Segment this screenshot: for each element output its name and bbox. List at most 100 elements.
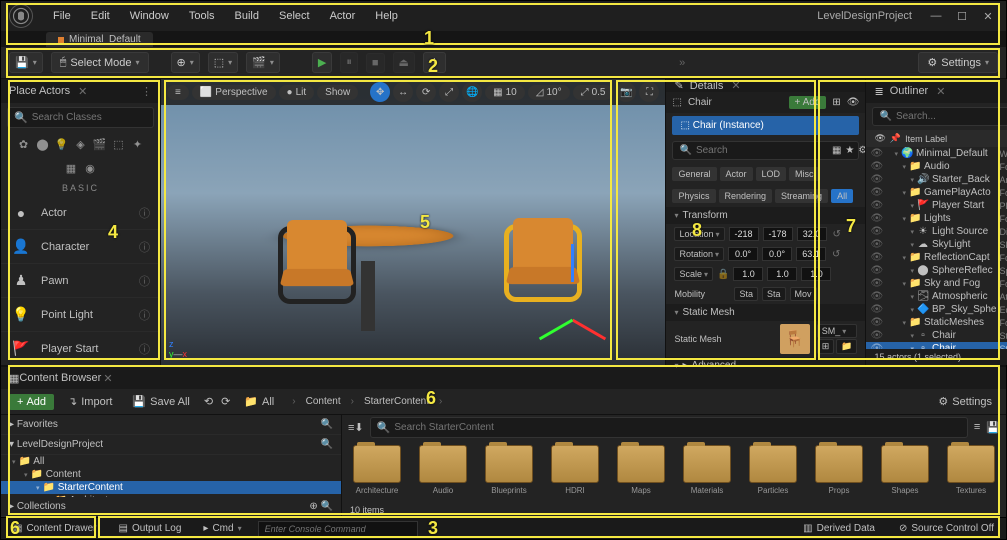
category-general[interactable]: General xyxy=(672,167,716,181)
show-button[interactable]: Show xyxy=(317,85,358,100)
mode-selector[interactable]: 🖱 Select Mode ▾ xyxy=(51,52,149,73)
actor-item-pawn[interactable]: ♟Pawnⓘ xyxy=(1,264,160,298)
favorites-section[interactable]: ▸ Favorites🔍 xyxy=(1,415,341,435)
breadcrumb-item[interactable]: Content xyxy=(302,396,345,407)
reset-icon[interactable]: ↺ xyxy=(832,249,840,260)
chair-mesh-selected[interactable] xyxy=(498,212,590,304)
lock-icon[interactable]: 👁 xyxy=(847,97,860,108)
outliner-item[interactable]: 👁▾📁GamePlayActoFolder xyxy=(866,186,1007,199)
grid-snap[interactable]: ▦ 10 xyxy=(485,85,525,100)
all-button[interactable]: 📁 All xyxy=(238,393,280,410)
document-tab[interactable]: Minimal_Default xyxy=(46,32,153,47)
viewport[interactable]: ≡ ⬜ Perspective ● Lit Show ✥ ↔ ⟳ ⤢ 🌐 ▦ 1… xyxy=(161,79,665,365)
outliner-item[interactable]: 👁▾☁SkyLightSkyLight xyxy=(866,238,1007,251)
close-icon[interactable]: ✕ xyxy=(78,85,87,98)
close-icon[interactable]: ✕ xyxy=(936,85,945,98)
output-log-button[interactable]: ▤ Output Log xyxy=(112,521,187,536)
filter-icon[interactable]: ≡⬇ xyxy=(348,421,364,434)
menu-help[interactable]: Help xyxy=(365,6,408,26)
add-content-button[interactable]: ⊕▾ xyxy=(171,52,200,73)
coord-toggle[interactable]: 🌐 xyxy=(462,82,482,102)
add-component-button[interactable]: + Add xyxy=(789,96,827,109)
category-lod[interactable]: LOD xyxy=(756,167,787,181)
actor-item-character[interactable]: 👤Characterⓘ xyxy=(1,230,160,264)
derived-data-button[interactable]: ▥ Derived Data xyxy=(797,521,881,536)
minimize-button[interactable]: — xyxy=(924,7,948,25)
outliner-item[interactable]: 👁▾▫ChairStaticMe xyxy=(866,329,1007,342)
outliner-tab[interactable]: ≣ Outliner ✕ xyxy=(866,79,1007,103)
angle-snap[interactable]: ◿ 10° xyxy=(528,85,570,100)
category-rendering[interactable]: Rendering xyxy=(719,189,773,203)
folder-props[interactable]: Props xyxy=(814,445,864,497)
viewport-scene[interactable]: zy—x xyxy=(161,105,665,365)
close-button[interactable]: ✕ xyxy=(976,7,1000,25)
outliner-item[interactable]: 👁▾📁AudioFolder xyxy=(866,160,1007,173)
details-search[interactable]: 🔍▦ ★ ⚙ xyxy=(672,141,859,160)
category-streaming[interactable]: Streaming xyxy=(775,189,828,203)
outliner-item[interactable]: 👁▾🌍Minimal_DefaultWorld xyxy=(866,147,1007,160)
content-search[interactable]: 🔍 xyxy=(370,417,968,438)
menu-edit[interactable]: Edit xyxy=(81,6,120,26)
cmd-button[interactable]: ▸ Cmd ▾ xyxy=(197,521,247,536)
play-button[interactable]: ▶ xyxy=(312,52,332,73)
settings-button[interactable]: ⚙ Settings ▾ xyxy=(918,52,998,73)
outliner-item[interactable]: 👁▾▫ChairStaticMe xyxy=(866,342,1007,349)
category-all[interactable]: All xyxy=(831,189,853,203)
folder-hdri[interactable]: HDRI xyxy=(550,445,600,497)
viewport-maximize[interactable]: ⛶ xyxy=(639,82,659,102)
add-button[interactable]: + Add xyxy=(9,394,54,410)
transform-section[interactable]: Transform xyxy=(666,207,865,224)
menu-file[interactable]: File xyxy=(43,6,81,26)
actor-item-point-light[interactable]: 💡Point Lightⓘ xyxy=(1,298,160,332)
viewport-options[interactable]: ≡ xyxy=(167,85,189,100)
rotate-tool[interactable]: ⟳ xyxy=(416,82,436,102)
info-icon[interactable]: ⓘ xyxy=(139,273,150,289)
place-actors-tab[interactable]: Place Actors ✕ ⋮ xyxy=(1,79,160,103)
lock-scale-icon[interactable]: 🔒 xyxy=(717,269,729,280)
scale-snap[interactable]: ⤢ 0.5 xyxy=(573,85,614,100)
scale-tool[interactable]: ⤢ xyxy=(439,82,459,102)
history-back-icon[interactable]: ⟲ xyxy=(204,395,213,408)
outliner-item[interactable]: 👁▾⬤SphereReflecSphereRe xyxy=(866,264,1007,277)
select-tool[interactable]: ✥ xyxy=(370,82,390,102)
project-section[interactable]: ▾ LevelDesignProject🔍 xyxy=(1,435,341,455)
source-control-button[interactable]: ⊘ Source Control Off xyxy=(893,521,1000,536)
category-physics[interactable]: Physics xyxy=(672,189,715,203)
pause-button[interactable]: ⏸ xyxy=(340,52,358,73)
place-actors-search[interactable]: 🔍 ⚙ xyxy=(7,107,154,128)
component-instance[interactable]: ⬚ Chair (Instance) xyxy=(672,116,859,135)
console-input[interactable] xyxy=(258,521,418,537)
folder-architecture[interactable]: Architecture xyxy=(352,445,402,497)
blueprint-icon[interactable]: ⊞ xyxy=(832,97,840,108)
folder-maps[interactable]: Maps xyxy=(616,445,666,497)
translate-tool[interactable]: ↔ xyxy=(393,82,413,102)
eject-button[interactable]: ⏏ xyxy=(393,52,415,73)
folder-audio[interactable]: Audio xyxy=(418,445,468,497)
outliner-item[interactable]: 👁▾📁StaticMeshesFolder xyxy=(866,316,1007,329)
camera-speed[interactable]: 📷 xyxy=(616,82,636,102)
platforms-button[interactable]: ⋮ xyxy=(423,52,446,73)
menu-build[interactable]: Build xyxy=(225,6,269,26)
marketplace-button[interactable]: ⬚▾ xyxy=(208,52,238,73)
info-icon[interactable]: ⓘ xyxy=(139,239,150,255)
menu-window[interactable]: Window xyxy=(120,6,179,26)
save-all-button[interactable]: 💾 Save All xyxy=(126,393,195,410)
reset-icon[interactable]: ↺ xyxy=(833,229,841,240)
menu-select[interactable]: Select xyxy=(269,6,320,26)
actor-item-player-start[interactable]: 🚩Player Startⓘ xyxy=(1,332,160,365)
menu-actor[interactable]: Actor xyxy=(320,6,366,26)
outliner-item[interactable]: 👁▾🌫AtmosphericAtmosph xyxy=(866,290,1007,303)
source-tree-item[interactable]: ▾ 📁 All xyxy=(1,455,341,468)
category-misc[interactable]: Misc xyxy=(789,167,820,181)
actor-item-actor[interactable]: ●Actorⓘ xyxy=(1,196,160,230)
search-input[interactable] xyxy=(32,112,164,123)
settings-button[interactable]: ⚙ Settings xyxy=(932,393,998,410)
close-icon[interactable]: ✕ xyxy=(731,79,740,92)
perspective-button[interactable]: ⬜ Perspective xyxy=(192,85,276,100)
breadcrumb-item[interactable]: StarterContent xyxy=(360,396,433,407)
source-tree-item[interactable]: ▾ 📁 StarterContent xyxy=(1,481,341,494)
outliner-item[interactable]: 👁▾📁Sky and FogFolder xyxy=(866,277,1007,290)
folder-shapes[interactable]: Shapes xyxy=(880,445,930,497)
static-mesh-section[interactable]: Static Mesh xyxy=(666,304,865,321)
save-button[interactable]: 💾▾ xyxy=(9,52,43,73)
